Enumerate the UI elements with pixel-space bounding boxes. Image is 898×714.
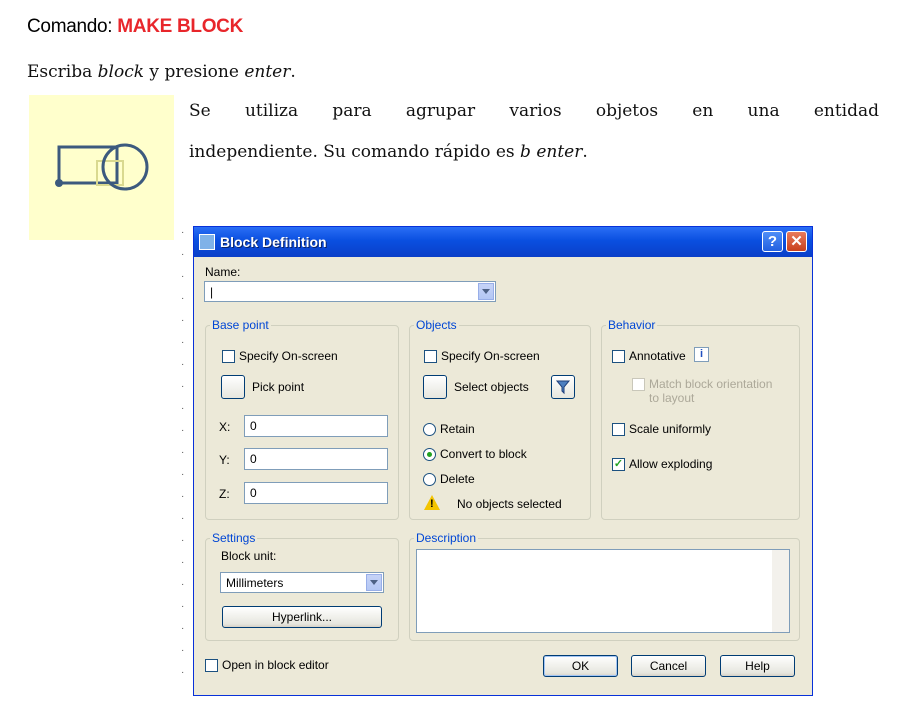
retain-radio[interactable] — [423, 423, 436, 436]
annotative-label: Annotative — [629, 349, 686, 363]
pick-point-icon[interactable] — [221, 375, 245, 399]
y-label: Y: — [219, 453, 230, 467]
z-input[interactable]: 0 — [244, 482, 388, 504]
title-help-button[interactable]: ? — [762, 231, 783, 252]
page-heading: Comando: MAKE BLOCK — [27, 16, 244, 37]
margin-dots: · · · · · · · · · · · · · · · · · · · · · — [181, 227, 185, 678]
scale-uniformly-checkbox[interactable] — [612, 423, 625, 436]
z-label: Z: — [219, 487, 230, 501]
pick-point-label: Pick point — [252, 380, 305, 394]
scale-uniformly-label: Scale uniformly — [629, 422, 712, 436]
name-input-value: | — [210, 285, 214, 299]
convert-to-block-radio[interactable] — [423, 448, 436, 461]
x-input[interactable]: 0 — [244, 415, 388, 437]
objects-specify-label: Specify On-screen — [441, 349, 540, 363]
delete-radio[interactable] — [423, 473, 436, 486]
select-objects-label: Select objects — [454, 380, 529, 394]
open-block-editor-checkbox[interactable] — [205, 659, 218, 672]
title-bar[interactable]: Block Definition ? ✕ — [194, 227, 812, 257]
block-unit-label: Block unit: — [221, 549, 277, 563]
chevron-down-icon[interactable] — [366, 574, 382, 591]
name-label: Name: — [205, 265, 241, 279]
block-command-icon — [29, 95, 174, 240]
name-combo[interactable]: | — [204, 281, 496, 302]
base-specify-checkbox[interactable] — [222, 350, 235, 363]
block-app-icon — [199, 234, 215, 250]
objects-legend: Objects — [416, 318, 457, 332]
x-label: X: — [219, 420, 231, 434]
dialog-title: Block Definition — [220, 234, 327, 250]
base-specify-label: Specify On-screen — [239, 349, 338, 363]
ok-button[interactable]: OK — [543, 655, 618, 677]
allow-exploding-checkbox[interactable]: ✓ — [612, 458, 625, 471]
description-paragraph-line1: Se utiliza para agrupar varios objetos e… — [189, 101, 879, 121]
base-point-legend: Base point — [212, 318, 269, 332]
description-scrollbar[interactable] — [772, 550, 789, 632]
open-block-editor-label: Open in block editor — [222, 658, 329, 672]
annotative-checkbox[interactable] — [612, 350, 625, 363]
convert-to-block-label: Convert to block — [440, 447, 527, 461]
match-orientation-label: Match block orientation — [649, 377, 773, 391]
description-legend: Description — [416, 531, 477, 545]
select-objects-icon[interactable] — [423, 375, 447, 399]
retain-label: Retain — [440, 422, 475, 436]
command-name: MAKE BLOCK — [117, 16, 244, 37]
description-paragraph-line2: independiente. Su comando rápido es b en… — [189, 142, 588, 162]
objects-status: No objects selected — [457, 497, 562, 511]
description-textarea[interactable] — [416, 549, 790, 633]
info-icon[interactable]: i — [694, 347, 709, 362]
settings-legend: Settings — [212, 531, 256, 545]
objects-specify-checkbox[interactable] — [424, 350, 437, 363]
close-icon[interactable]: ✕ — [786, 231, 807, 252]
hyperlink-button[interactable]: Hyperlink... — [222, 606, 382, 628]
match-orientation-checkbox[interactable] — [632, 378, 645, 391]
match-orientation-label-2: to layout — [649, 391, 695, 405]
block-definition-dialog: Block Definition ? ✕ Name: | Base point … — [193, 226, 813, 696]
cancel-button[interactable]: Cancel — [631, 655, 706, 677]
delete-label: Delete — [440, 472, 475, 486]
quick-select-filter-icon[interactable] — [551, 375, 575, 399]
allow-exploding-label: Allow exploding — [629, 457, 713, 471]
instruction-line: Escriba block y presione enter. — [27, 62, 296, 82]
behavior-legend: Behavior — [608, 318, 656, 332]
y-input[interactable]: 0 — [244, 448, 388, 470]
chevron-down-icon[interactable] — [478, 283, 494, 300]
help-button[interactable]: Help — [720, 655, 795, 677]
block-unit-select[interactable]: Millimeters — [220, 572, 384, 593]
